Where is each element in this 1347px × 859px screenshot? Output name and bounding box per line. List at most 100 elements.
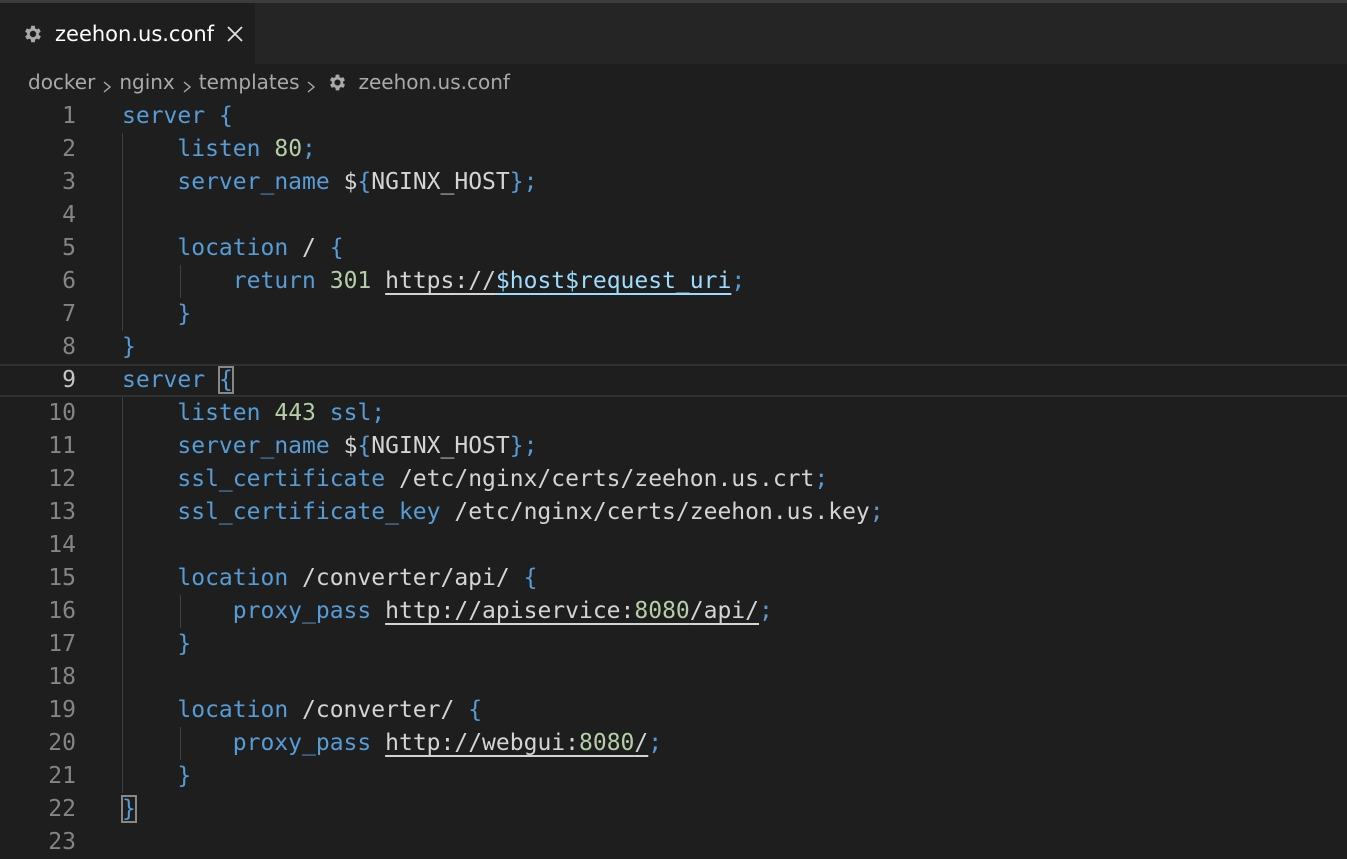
- breadcrumb-item-nginx[interactable]: nginx: [119, 70, 174, 94]
- code-token: listen: [177, 136, 261, 162]
- line-content: }: [122, 298, 191, 331]
- breadcrumb-item-templates[interactable]: templates: [199, 70, 300, 94]
- code-line[interactable]: 7 }: [0, 298, 1347, 331]
- url-port[interactable]: 8080: [579, 730, 634, 756]
- line-number: 20: [48, 730, 76, 756]
- code-token[interactable]: https://: [385, 268, 496, 294]
- code-token: }: [177, 631, 192, 657]
- code-line[interactable]: 10 listen 443 ssl;: [0, 397, 1347, 430]
- code-token: server_name: [177, 433, 330, 459]
- chevron-right-icon: [180, 75, 194, 93]
- code-line[interactable]: 3 server_name ${NGINX_HOST};: [0, 166, 1347, 199]
- code-line[interactable]: 13 ssl_certificate_key /etc/nginx/certs/…: [0, 496, 1347, 529]
- line-content: ssl_certificate_key /etc/nginx/certs/zee…: [122, 496, 883, 529]
- code-token: ;: [648, 730, 663, 756]
- code-line[interactable]: 2 listen 80;: [0, 133, 1347, 166]
- code-token[interactable]: /api/: [690, 598, 759, 624]
- code-token: ;: [523, 433, 538, 459]
- line-number: 23: [48, 829, 76, 855]
- code-line[interactable]: 11 server_name ${NGINX_HOST};: [0, 430, 1347, 463]
- tab-bar: zeehon.us.conf: [0, 0, 1347, 64]
- code-line[interactable]: 23: [0, 826, 1347, 859]
- code-token: NGINX_HOST: [371, 169, 510, 195]
- breadcrumb-item-file[interactable]: zeehon.us.conf: [358, 70, 509, 94]
- line-number: 14: [48, 532, 76, 558]
- code-token[interactable]: /: [634, 730, 648, 756]
- code-token: {: [218, 103, 233, 129]
- code-line[interactable]: 12 ssl_certificate /etc/nginx/certs/zeeh…: [0, 463, 1347, 496]
- code-token[interactable]: http://apiservice:: [385, 598, 634, 624]
- code-line[interactable]: 22}: [0, 793, 1347, 826]
- line-content: server_name ${NGINX_HOST};: [122, 430, 537, 463]
- code-line[interactable]: 1 server {: [0, 100, 1347, 133]
- breadcrumb-item-docker[interactable]: docker: [28, 70, 95, 94]
- code-token: {: [329, 235, 344, 261]
- code-token: ;: [523, 169, 538, 195]
- code-line[interactable]: 19 location /converter/ {: [0, 694, 1347, 727]
- line-content: return 301 https://$host$request_uri;: [122, 265, 745, 298]
- tab-zeehon-conf[interactable]: zeehon.us.conf: [0, 3, 255, 64]
- line-content: server_name ${NGINX_HOST};: [122, 166, 537, 199]
- line-content: }: [121, 793, 137, 826]
- gear-icon: [327, 72, 348, 93]
- code-line[interactable]: 4: [0, 199, 1347, 232]
- line-number: 12: [48, 466, 76, 492]
- line-content: ssl_certificate /etc/nginx/certs/zeehon.…: [122, 463, 828, 496]
- code-token: ;: [302, 136, 316, 162]
- line-number: 4: [62, 202, 76, 228]
- gear-icon: [22, 23, 44, 45]
- code-token[interactable]: http://webgui:: [385, 730, 579, 756]
- code-token: ssl_certificate_key: [177, 499, 441, 525]
- code-line[interactable]: 8}: [0, 331, 1347, 364]
- code-line[interactable]: 6 return 301 https://$host$request_uri;: [0, 265, 1347, 298]
- code-line[interactable]: 14: [0, 529, 1347, 562]
- url-port[interactable]: 8080: [634, 598, 689, 624]
- code-line[interactable]: 18: [0, 661, 1347, 694]
- code-token: {: [468, 697, 483, 723]
- line-number: 6: [62, 268, 76, 294]
- code-token: server: [122, 103, 206, 129]
- code-line[interactable]: 20 proxy_pass http://webgui:8080/;: [0, 727, 1347, 760]
- breadcrumb: docker nginx templates zeehon.us.conf: [28, 64, 510, 100]
- line-number: 21: [48, 763, 76, 789]
- code-token[interactable]: $host$request_uri: [496, 268, 731, 294]
- code-token: $: [329, 169, 358, 195]
- code-token: }: [509, 433, 524, 459]
- line-content: location / {: [122, 232, 344, 265]
- code-token: {: [357, 169, 372, 195]
- line-number: 15: [48, 565, 76, 591]
- code-token: listen: [177, 400, 261, 426]
- code-editor[interactable]: 1 server {2 listen 80; 3 server_name ${NGI…: [0, 100, 1347, 859]
- code-line[interactable]: 21 }: [0, 760, 1347, 793]
- line-number: 16: [48, 598, 76, 624]
- line-number: 19: [48, 697, 76, 723]
- code-line[interactable]: 16 proxy_pass http://apiservice:8080/api…: [0, 595, 1347, 628]
- code-token: location: [177, 565, 289, 591]
- code-line[interactable]: 17 }: [0, 628, 1347, 661]
- code-token: 80: [274, 136, 303, 162]
- line-number: 22: [48, 796, 76, 822]
- line-number: 10: [48, 400, 76, 426]
- line-number: 9: [62, 367, 76, 393]
- matched-bracket: {: [217, 366, 234, 394]
- code-line[interactable]: 9 server {: [0, 364, 1347, 397]
- close-icon[interactable]: [226, 25, 244, 43]
- line-content: listen 80;: [122, 133, 316, 166]
- code-line[interactable]: 5 location / {: [0, 232, 1347, 265]
- line-number: 2: [62, 136, 76, 162]
- code-token: 301: [329, 268, 372, 294]
- code-line[interactable]: 15 location /converter/api/ {: [0, 562, 1347, 595]
- line-number: 7: [62, 301, 76, 327]
